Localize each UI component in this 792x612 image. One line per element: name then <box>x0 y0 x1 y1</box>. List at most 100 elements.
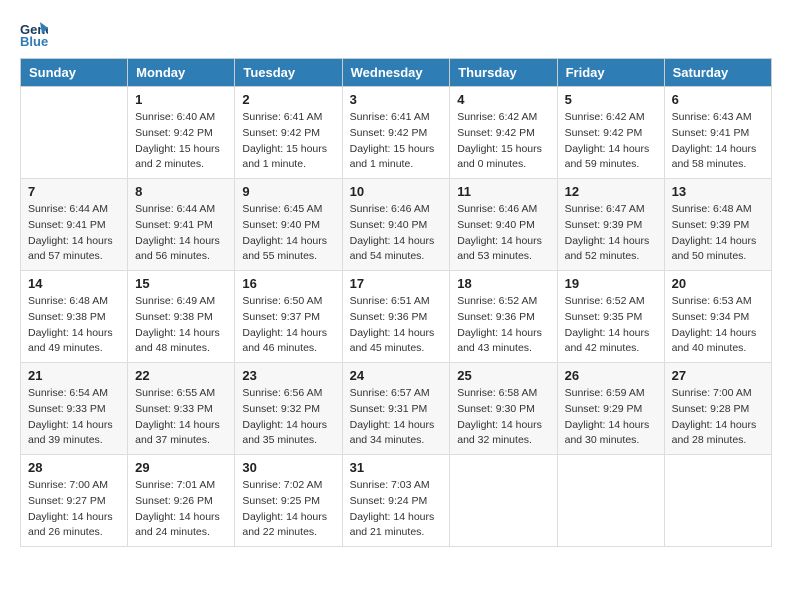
day-number: 2 <box>242 92 334 107</box>
day-number: 23 <box>242 368 334 383</box>
day-number: 14 <box>28 276 120 291</box>
day-info: Sunrise: 6:57 AMSunset: 9:31 PMDaylight:… <box>350 386 443 449</box>
calendar-table: SundayMondayTuesdayWednesdayThursdayFrid… <box>20 58 772 547</box>
day-number: 29 <box>135 460 227 475</box>
calendar-cell: 26 Sunrise: 6:59 AMSunset: 9:29 PMDayligh… <box>557 363 664 455</box>
calendar-cell: 22 Sunrise: 6:55 AMSunset: 9:33 PMDayligh… <box>128 363 235 455</box>
day-info: Sunrise: 6:48 AMSunset: 9:39 PMDaylight:… <box>672 202 764 265</box>
day-number: 16 <box>242 276 334 291</box>
day-info: Sunrise: 7:03 AMSunset: 9:24 PMDaylight:… <box>350 478 443 541</box>
day-info: Sunrise: 6:44 AMSunset: 9:41 PMDaylight:… <box>135 202 227 265</box>
day-info: Sunrise: 6:44 AMSunset: 9:41 PMDaylight:… <box>28 202 120 265</box>
calendar-cell: 23 Sunrise: 6:56 AMSunset: 9:32 PMDayligh… <box>235 363 342 455</box>
calendar-cell: 5Sunrise: 6:42 AMSunset: 9:42 PMDaylight… <box>557 87 664 179</box>
day-number: 7 <box>28 184 120 199</box>
calendar-cell: 14 Sunrise: 6:48 AMSunset: 9:38 PMDayligh… <box>21 271 128 363</box>
day-info: Sunrise: 6:59 AMSunset: 9:29 PMDaylight:… <box>565 386 657 449</box>
calendar-cell: 25 Sunrise: 6:58 AMSunset: 9:30 PMDayligh… <box>450 363 557 455</box>
day-number: 17 <box>350 276 443 291</box>
day-number: 13 <box>672 184 764 199</box>
day-info: Sunrise: 6:53 AMSunset: 9:34 PMDaylight:… <box>672 294 764 357</box>
day-info: Sunrise: 6:48 AMSunset: 9:38 PMDaylight:… <box>28 294 120 357</box>
day-number: 3 <box>350 92 443 107</box>
calendar-cell: 24Sunrise: 6:57 AMSunset: 9:31 PMDayligh… <box>342 363 450 455</box>
day-info: Sunrise: 6:55 AMSunset: 9:33 PMDaylight:… <box>135 386 227 449</box>
svg-text:Blue: Blue <box>20 34 48 48</box>
calendar-cell: 1 Sunrise: 6:40 AMSunset: 9:42 PMDaylight… <box>128 87 235 179</box>
day-number: 22 <box>135 368 227 383</box>
day-info: Sunrise: 6:52 AMSunset: 9:36 PMDaylight:… <box>457 294 549 357</box>
weekday-header: Wednesday <box>342 59 450 87</box>
calendar-cell: 13 Sunrise: 6:48 AMSunset: 9:39 PMDayligh… <box>664 179 771 271</box>
day-info: Sunrise: 6:45 AMSunset: 9:40 PMDaylight:… <box>242 202 334 265</box>
day-number: 26 <box>565 368 657 383</box>
day-number: 1 <box>135 92 227 107</box>
calendar-cell: 29 Sunrise: 7:01 AMSunset: 9:26 PMDayligh… <box>128 455 235 547</box>
weekday-header: Sunday <box>21 59 128 87</box>
calendar-cell <box>557 455 664 547</box>
day-info: Sunrise: 7:01 AMSunset: 9:26 PMDaylight:… <box>135 478 227 541</box>
logo-icon: General Blue <box>20 20 48 48</box>
day-number: 27 <box>672 368 764 383</box>
day-number: 9 <box>242 184 334 199</box>
weekday-header: Thursday <box>450 59 557 87</box>
day-info: Sunrise: 6:46 AMSunset: 9:40 PMDaylight:… <box>350 202 443 265</box>
day-info: Sunrise: 6:47 AMSunset: 9:39 PMDaylight:… <box>565 202 657 265</box>
day-number: 6 <box>672 92 764 107</box>
calendar-cell: 19 Sunrise: 6:52 AMSunset: 9:35 PMDayligh… <box>557 271 664 363</box>
day-number: 12 <box>565 184 657 199</box>
day-info: Sunrise: 6:58 AMSunset: 9:30 PMDaylight:… <box>457 386 549 449</box>
calendar-cell: 2Sunrise: 6:41 AMSunset: 9:42 PMDaylight… <box>235 87 342 179</box>
day-info: Sunrise: 6:50 AMSunset: 9:37 PMDaylight:… <box>242 294 334 357</box>
weekday-header: Saturday <box>664 59 771 87</box>
day-info: Sunrise: 6:52 AMSunset: 9:35 PMDaylight:… <box>565 294 657 357</box>
calendar-week-row: 14 Sunrise: 6:48 AMSunset: 9:38 PMDayligh… <box>21 271 772 363</box>
day-info: Sunrise: 7:00 AMSunset: 9:28 PMDaylight:… <box>672 386 764 449</box>
calendar-week-row: 1 Sunrise: 6:40 AMSunset: 9:42 PMDaylight… <box>21 87 772 179</box>
calendar-cell: 10Sunrise: 6:46 AMSunset: 9:40 PMDayligh… <box>342 179 450 271</box>
calendar-cell: 30Sunrise: 7:02 AMSunset: 9:25 PMDayligh… <box>235 455 342 547</box>
calendar-cell: 9 Sunrise: 6:45 AMSunset: 9:40 PMDaylight… <box>235 179 342 271</box>
day-number: 25 <box>457 368 549 383</box>
calendar-cell: 12 Sunrise: 6:47 AMSunset: 9:39 PMDayligh… <box>557 179 664 271</box>
day-info: Sunrise: 6:54 AMSunset: 9:33 PMDaylight:… <box>28 386 120 449</box>
calendar-cell <box>664 455 771 547</box>
calendar-cell: 18 Sunrise: 6:52 AMSunset: 9:36 PMDayligh… <box>450 271 557 363</box>
day-number: 19 <box>565 276 657 291</box>
calendar-cell: 11Sunrise: 6:46 AMSunset: 9:40 PMDayligh… <box>450 179 557 271</box>
day-number: 18 <box>457 276 549 291</box>
day-number: 31 <box>350 460 443 475</box>
calendar-cell <box>21 87 128 179</box>
calendar-cell: 31 Sunrise: 7:03 AMSunset: 9:24 PMDayligh… <box>342 455 450 547</box>
calendar-cell: 3Sunrise: 6:41 AMSunset: 9:42 PMDaylight… <box>342 87 450 179</box>
calendar-week-row: 7 Sunrise: 6:44 AMSunset: 9:41 PMDaylight… <box>21 179 772 271</box>
day-info: Sunrise: 6:49 AMSunset: 9:38 PMDaylight:… <box>135 294 227 357</box>
calendar-cell: 27 Sunrise: 7:00 AMSunset: 9:28 PMDayligh… <box>664 363 771 455</box>
calendar-cell: 17 Sunrise: 6:51 AMSunset: 9:36 PMDayligh… <box>342 271 450 363</box>
day-info: Sunrise: 6:40 AMSunset: 9:42 PMDaylight:… <box>135 110 227 173</box>
weekday-header: Tuesday <box>235 59 342 87</box>
weekday-header: Monday <box>128 59 235 87</box>
calendar-cell: 8 Sunrise: 6:44 AMSunset: 9:41 PMDaylight… <box>128 179 235 271</box>
logo: General Blue <box>20 20 52 48</box>
day-info: Sunrise: 6:42 AMSunset: 9:42 PMDaylight:… <box>457 110 549 173</box>
day-info: Sunrise: 6:56 AMSunset: 9:32 PMDaylight:… <box>242 386 334 449</box>
page-header: General Blue <box>20 20 772 48</box>
day-info: Sunrise: 6:51 AMSunset: 9:36 PMDaylight:… <box>350 294 443 357</box>
calendar-cell <box>450 455 557 547</box>
day-number: 11 <box>457 184 549 199</box>
calendar-week-row: 28Sunrise: 7:00 AMSunset: 9:27 PMDayligh… <box>21 455 772 547</box>
day-number: 8 <box>135 184 227 199</box>
calendar-header: SundayMondayTuesdayWednesdayThursdayFrid… <box>21 59 772 87</box>
day-info: Sunrise: 6:43 AMSunset: 9:41 PMDaylight:… <box>672 110 764 173</box>
day-number: 20 <box>672 276 764 291</box>
calendar-cell: 15Sunrise: 6:49 AMSunset: 9:38 PMDayligh… <box>128 271 235 363</box>
calendar-cell: 28Sunrise: 7:00 AMSunset: 9:27 PMDayligh… <box>21 455 128 547</box>
calendar-week-row: 21Sunrise: 6:54 AMSunset: 9:33 PMDayligh… <box>21 363 772 455</box>
calendar-cell: 20 Sunrise: 6:53 AMSunset: 9:34 PMDayligh… <box>664 271 771 363</box>
day-info: Sunrise: 7:02 AMSunset: 9:25 PMDaylight:… <box>242 478 334 541</box>
day-number: 4 <box>457 92 549 107</box>
day-number: 28 <box>28 460 120 475</box>
day-number: 5 <box>565 92 657 107</box>
calendar-cell: 7 Sunrise: 6:44 AMSunset: 9:41 PMDaylight… <box>21 179 128 271</box>
